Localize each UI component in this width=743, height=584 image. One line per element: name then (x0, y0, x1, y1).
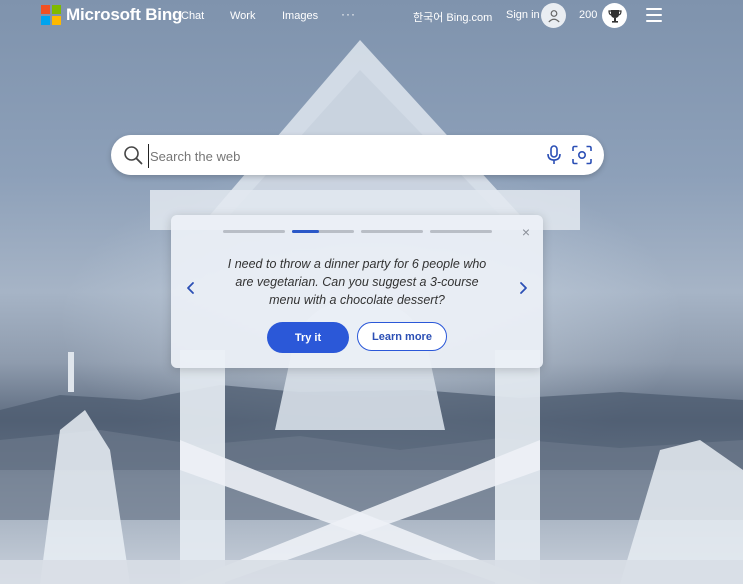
microphone-icon[interactable] (546, 145, 562, 165)
brand-logo[interactable]: Microsoft Bing (41, 5, 182, 25)
carousel-indicator-1[interactable] (223, 230, 285, 233)
carousel-indicator-2[interactable] (292, 230, 354, 233)
suggestion-carousel-card: × I need to throw a dinner party for 6 p… (171, 215, 543, 368)
brand-name: Microsoft Bing (66, 5, 183, 24)
nav-item-chat[interactable]: Chat (181, 10, 204, 22)
rewards-points[interactable]: 200 (579, 9, 597, 21)
close-icon[interactable]: × (519, 225, 533, 239)
chevron-left-icon[interactable] (185, 281, 197, 295)
top-header: Microsoft Bing Chat Work Images ··· 한국어 … (0, 0, 743, 32)
visual-search-icon[interactable] (571, 145, 593, 165)
nav-item-images[interactable]: Images (282, 10, 318, 22)
carousel-indicator-4[interactable] (430, 230, 492, 233)
rewards-trophy-icon[interactable] (602, 3, 627, 28)
carousel-indicator-3[interactable] (361, 230, 423, 233)
search-box (111, 135, 604, 175)
search-input[interactable] (148, 144, 542, 168)
carousel-indicators (223, 230, 493, 233)
try-it-button[interactable]: Try it (267, 322, 349, 353)
suggestion-prompt: I need to throw a dinner party for 6 peo… (227, 257, 487, 307)
hamburger-menu-icon[interactable] (646, 8, 662, 22)
nav-item-work[interactable]: Work (230, 10, 255, 22)
nav-more-button[interactable]: ··· (341, 7, 356, 21)
learn-more-button[interactable]: Learn more (357, 322, 447, 351)
sign-in-link[interactable]: Sign in (506, 9, 540, 21)
chevron-right-icon[interactable] (517, 281, 529, 295)
avatar-icon[interactable] (541, 3, 566, 28)
microsoft-logo-icon (41, 5, 61, 25)
region-link[interactable]: 한국어 Bing.com (413, 9, 492, 25)
search-icon (124, 146, 143, 165)
